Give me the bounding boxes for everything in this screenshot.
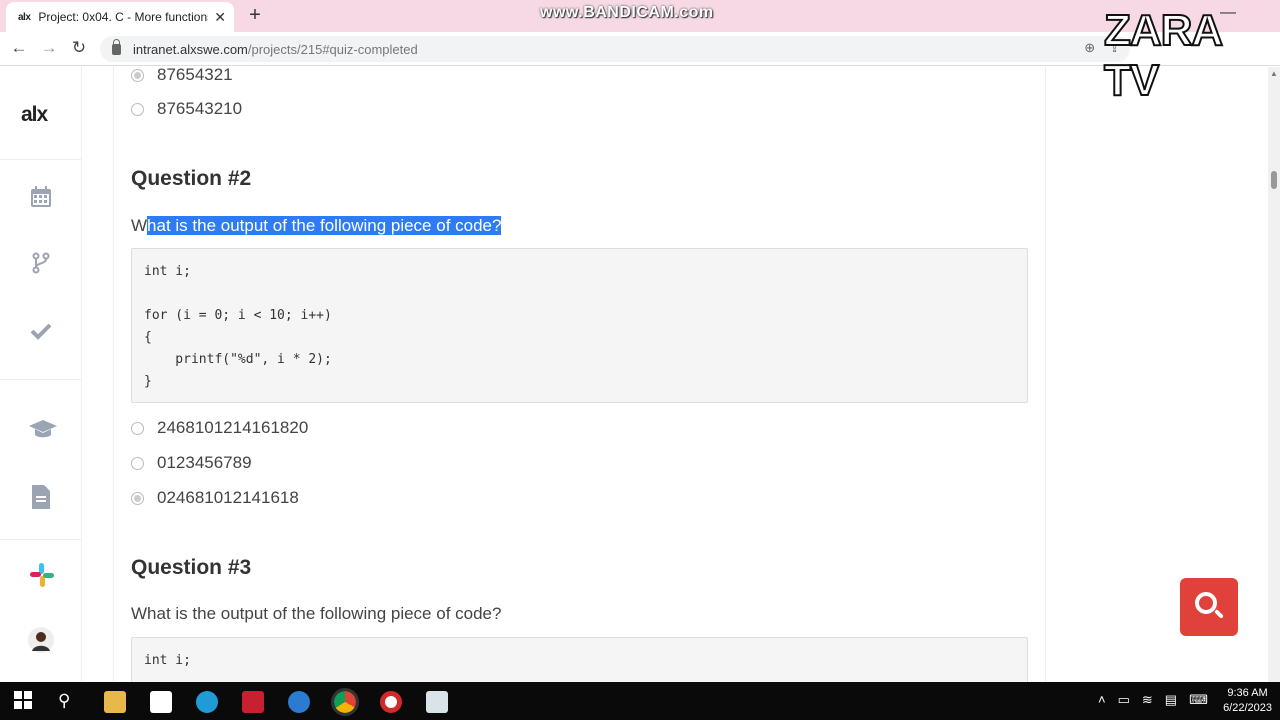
radio-button[interactable]: [131, 456, 144, 470]
windows-start-icon[interactable]: [14, 691, 36, 713]
answer-option[interactable]: 87654321: [131, 67, 233, 85]
clock-time: 9:36 AM: [1227, 687, 1268, 699]
sidebar-divider: [0, 159, 82, 160]
store-icon[interactable]: [150, 691, 172, 713]
answer-option[interactable]: 2468101214161820: [131, 418, 308, 438]
browser-tab[interactable]: alx Project: 0x04. C - More functions ✕: [6, 2, 234, 32]
answer-option[interactable]: 876543210: [131, 99, 242, 119]
question-title: Question #2: [131, 167, 252, 190]
question-title: Question #3: [131, 556, 252, 579]
search-icon[interactable]: ⚲: [58, 691, 80, 713]
document-icon[interactable]: [28, 484, 54, 510]
code-block: int i;: [131, 637, 1028, 682]
option-label: 87654321: [157, 67, 233, 84]
window-app-icon[interactable]: [426, 691, 448, 713]
graduation-cap-icon[interactable]: [28, 417, 57, 443]
option-label: 024681012141618: [157, 488, 299, 507]
channel-watermark: ZARA TV: [1103, 5, 1223, 106]
clock-date: 6/22/2023: [1223, 702, 1272, 714]
new-tab-button[interactable]: +: [244, 4, 266, 27]
radio-button[interactable]: [131, 491, 144, 505]
lock-icon[interactable]: [112, 38, 121, 55]
forward-arrow-icon[interactable]: →: [38, 37, 60, 59]
slack-icon[interactable]: [28, 561, 54, 587]
option-label: 0123456789: [157, 453, 252, 472]
branch-icon[interactable]: [28, 251, 54, 277]
clock[interactable]: 9:36 AM 6/22/2023: [1223, 686, 1272, 716]
scroll-up-icon[interactable]: ▲: [1270, 69, 1278, 78]
scroll-thumb[interactable]: [1271, 171, 1277, 189]
sidebar-divider: [0, 539, 82, 540]
url-text: intranet.alxswe.com/projects/215#quiz-co…: [133, 41, 418, 57]
option-label: 876543210: [157, 99, 243, 118]
radio-button[interactable]: [131, 68, 144, 82]
chrome-icon[interactable]: [331, 688, 359, 716]
scrollbar[interactable]: ▲: [1268, 67, 1280, 682]
calendar-icon[interactable]: [28, 185, 54, 211]
ie-icon[interactable]: [288, 691, 310, 713]
answer-option[interactable]: 024681012141618: [131, 488, 299, 508]
devcpp-icon[interactable]: [242, 691, 264, 713]
back-arrow-icon[interactable]: ←: [8, 37, 30, 59]
bandicam-watermark: www.BANDICAM.com: [540, 4, 714, 21]
notification-icon[interactable]: ▤: [1165, 692, 1177, 708]
search-button[interactable]: [1180, 578, 1238, 636]
question-text: What is the output of the following piec…: [131, 216, 502, 235]
browser-toolbar: ← → ↻ intranet.alxswe.com/projects/215#q…: [0, 32, 1280, 66]
radio-button[interactable]: [131, 421, 144, 435]
question-text: What is the output of the following piec…: [131, 604, 502, 623]
wifi-icon[interactable]: ≋: [1142, 692, 1153, 708]
bandicam-icon[interactable]: [380, 691, 402, 713]
sidebar: alx: [0, 67, 82, 682]
answer-option[interactable]: 0123456789: [131, 453, 252, 473]
close-tab-icon[interactable]: ✕: [214, 9, 226, 26]
tab-title: Project: 0x04. C - More functions: [38, 10, 209, 24]
radio-button[interactable]: [131, 102, 144, 116]
tab-strip: alx Project: 0x04. C - More functions ✕ …: [0, 0, 1280, 32]
taskbar: ⚲ ˄ ▭ ≋ ▤ ⌨ 9:36 AM 6/22/2023: [0, 682, 1280, 720]
battery-icon[interactable]: ▭: [1118, 692, 1130, 708]
chevron-up-icon[interactable]: ˄: [1098, 692, 1106, 708]
edge-icon[interactable]: [196, 691, 218, 713]
alx-logo[interactable]: alx: [21, 103, 48, 127]
system-tray: ˄ ▭ ≋ ▤ ⌨: [1098, 692, 1208, 708]
reload-icon[interactable]: ↻: [68, 37, 90, 59]
sidebar-divider: [0, 379, 82, 380]
alx-favicon-icon: alx: [18, 11, 31, 23]
address-bar[interactable]: intranet.alxswe.com/projects/215#quiz-co…: [100, 36, 1130, 62]
zoom-icon[interactable]: ⊕: [1084, 40, 1095, 56]
code-block: int i; for (i = 0; i < 10; i++) { printf…: [131, 248, 1028, 403]
keyboard-icon[interactable]: ⌨: [1189, 692, 1208, 708]
check-icon[interactable]: [28, 319, 54, 345]
quiz-content: 87654321 876543210 Question #2 What is t…: [113, 67, 1046, 682]
file-explorer-icon[interactable]: [104, 691, 126, 713]
user-avatar[interactable]: [28, 627, 54, 653]
option-label: 2468101214161820: [157, 418, 309, 437]
